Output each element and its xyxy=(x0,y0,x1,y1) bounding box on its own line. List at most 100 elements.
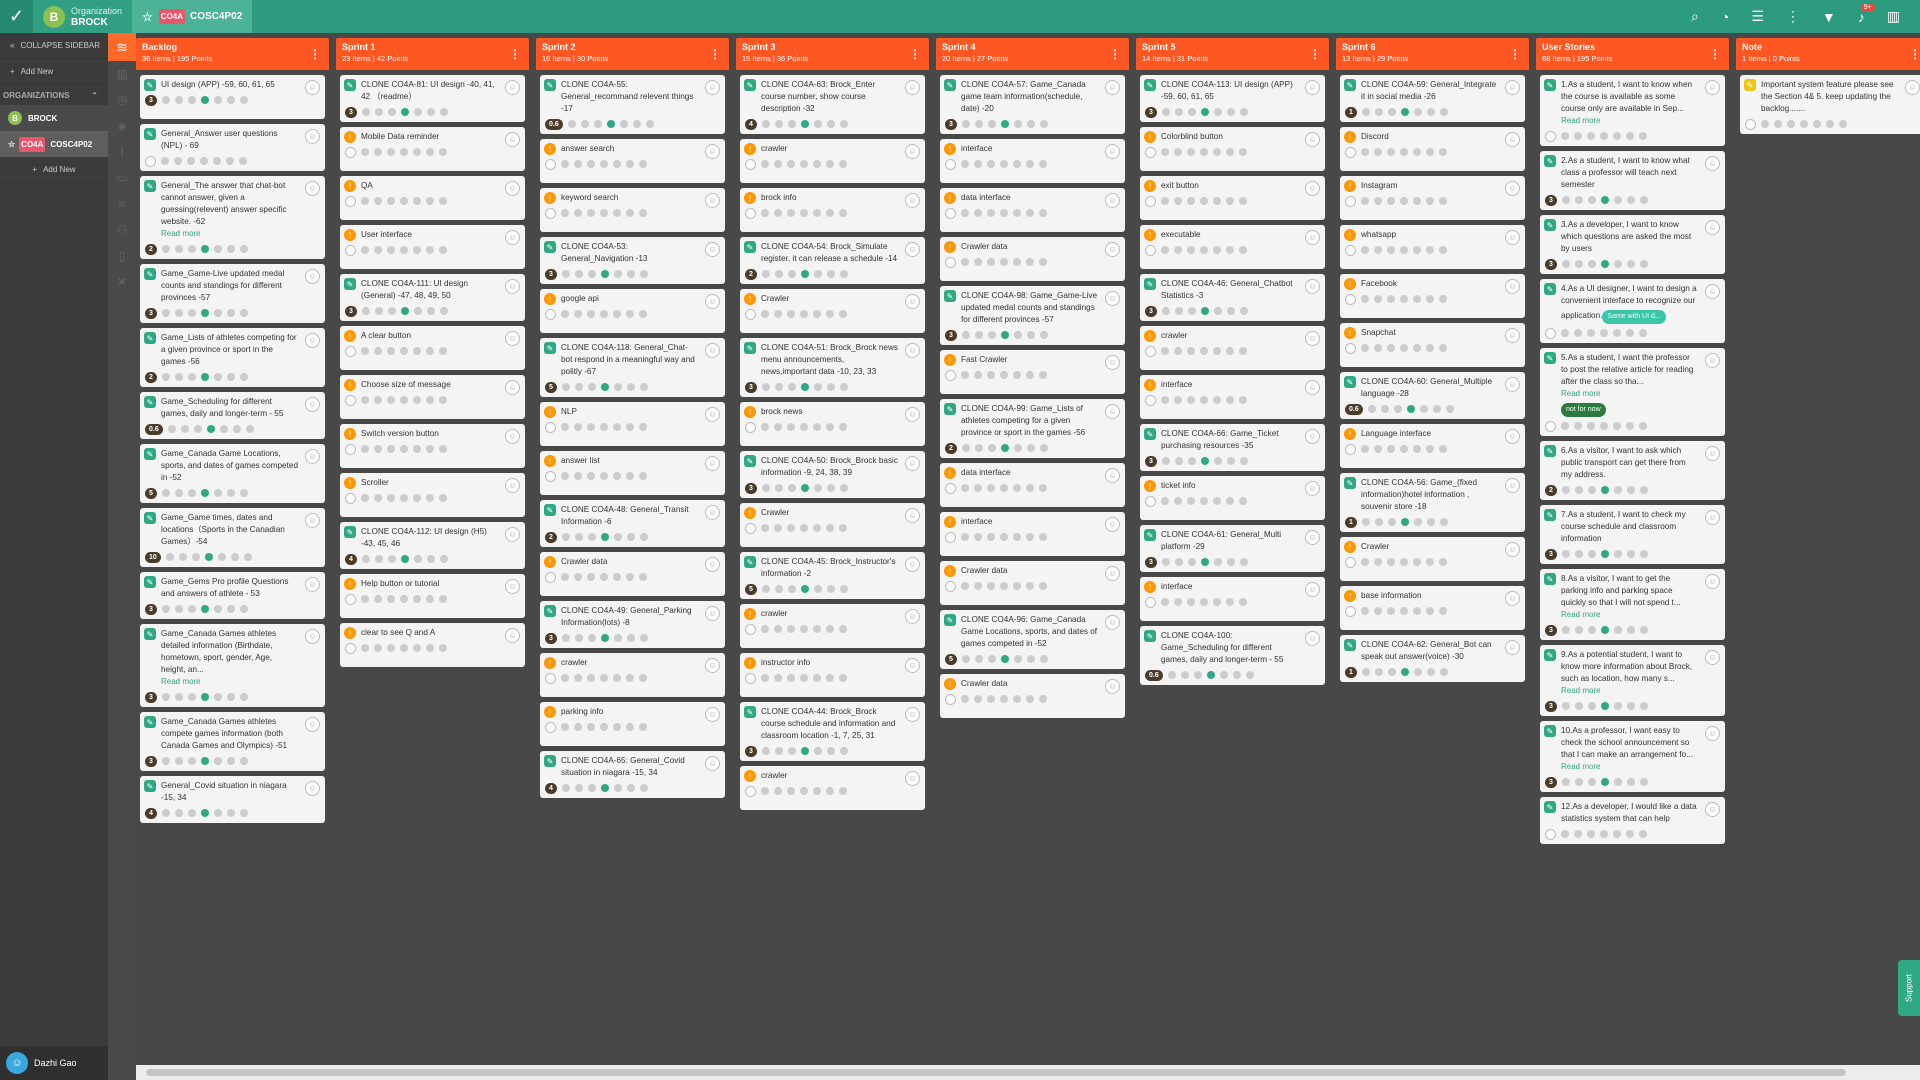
attachment-icon[interactable] xyxy=(587,160,595,168)
assignee-avatar-icon[interactable]: ☺ xyxy=(905,456,920,471)
story-points[interactable]: 3 xyxy=(1145,106,1157,118)
comment-icon[interactable] xyxy=(1361,295,1369,303)
attachment-icon[interactable] xyxy=(387,595,395,603)
comment-icon[interactable] xyxy=(161,757,170,765)
subtask-icon[interactable] xyxy=(813,747,822,755)
subtask-icon[interactable] xyxy=(613,310,621,318)
comment-icon[interactable] xyxy=(561,160,569,168)
comment-icon[interactable] xyxy=(761,160,769,168)
flag-icon[interactable] xyxy=(974,533,982,541)
assignee-avatar-icon[interactable]: ☺ xyxy=(1505,80,1520,95)
card[interactable]: ! Fast Crawler ☺ xyxy=(940,350,1125,394)
card[interactable]: ! executable ☺ xyxy=(1140,225,1325,269)
comment-icon[interactable] xyxy=(1561,260,1570,268)
subtask-icon[interactable] xyxy=(1613,702,1622,710)
timer-icon[interactable] xyxy=(1439,558,1447,566)
attachment-icon[interactable] xyxy=(587,533,596,541)
card[interactable]: ! instructor info ☺ xyxy=(740,653,925,697)
task-icon[interactable] xyxy=(400,246,408,254)
timer-icon[interactable] xyxy=(839,674,847,682)
assignee-avatar-icon[interactable]: ☺ xyxy=(705,658,720,673)
timer-icon[interactable] xyxy=(1639,486,1648,494)
subtask-icon[interactable] xyxy=(213,96,222,104)
flag-icon[interactable] xyxy=(574,533,583,541)
subtask-icon[interactable] xyxy=(1219,671,1228,679)
flag-icon[interactable] xyxy=(580,120,589,128)
assignee-avatar-icon[interactable]: ☺ xyxy=(1105,566,1120,581)
subtask-icon[interactable] xyxy=(813,484,822,492)
assignee-avatar-icon[interactable]: ☺ xyxy=(505,628,520,643)
timer-icon[interactable] xyxy=(239,309,248,317)
assignee-avatar-icon[interactable]: ☺ xyxy=(1505,640,1520,655)
attachment-icon[interactable] xyxy=(1187,108,1196,116)
attachment-icon[interactable] xyxy=(1587,196,1596,204)
timer-icon[interactable] xyxy=(239,157,247,165)
timer-icon[interactable] xyxy=(439,347,447,355)
comment-icon[interactable] xyxy=(161,489,170,497)
story-points[interactable]: 5 xyxy=(545,381,557,393)
comment-icon[interactable] xyxy=(567,120,576,128)
story-points[interactable]: 3 xyxy=(1545,700,1557,712)
assignee-avatar-icon[interactable]: ☺ xyxy=(1305,279,1320,294)
sidebar-item-org[interactable]: B BROCK xyxy=(0,105,108,131)
task-icon[interactable] xyxy=(400,494,408,502)
timer-icon[interactable] xyxy=(1239,347,1247,355)
timer-icon[interactable] xyxy=(839,423,847,431)
list-icon[interactable] xyxy=(1426,558,1434,566)
story-points-empty[interactable] xyxy=(1345,342,1356,354)
column-menu-icon[interactable]: ⋮ xyxy=(909,47,921,61)
card[interactable]: ! interface ☺ xyxy=(1140,375,1325,419)
column-header[interactable]: Sprint 4 20 Items | 27 Points ⋮ xyxy=(936,38,1129,70)
subtask-icon[interactable] xyxy=(1613,329,1621,337)
list-icon[interactable] xyxy=(626,723,634,731)
comment-icon[interactable] xyxy=(1561,778,1570,786)
card[interactable]: ✎ CLONE CO4A-118: General_Chat-bot respon… xyxy=(540,338,725,397)
chevron-up-icon[interactable]: ⌃ xyxy=(91,91,98,100)
assignee-avatar-icon[interactable]: ☺ xyxy=(1705,574,1720,589)
timer-icon[interactable] xyxy=(639,634,648,642)
comment-icon[interactable] xyxy=(1561,422,1569,430)
assignee-avatar-icon[interactable]: ☺ xyxy=(305,333,320,348)
timer-icon[interactable] xyxy=(1039,695,1047,703)
card[interactable]: ! brock news ☺ xyxy=(740,402,925,446)
sidebar-item-project[interactable]: ☆ CO4A COSC4P02 xyxy=(0,131,108,157)
story-points-empty[interactable] xyxy=(1345,195,1356,207)
task-icon[interactable] xyxy=(1400,197,1408,205)
comment-icon[interactable] xyxy=(1561,626,1570,634)
story-points[interactable]: 3 xyxy=(145,691,157,703)
attachment-icon[interactable] xyxy=(387,347,395,355)
flag-icon[interactable] xyxy=(974,209,982,217)
attachment-icon[interactable] xyxy=(387,644,395,652)
flag-icon[interactable] xyxy=(1374,148,1382,156)
subtask-icon[interactable] xyxy=(1013,331,1022,339)
card[interactable]: ! clear to see Q and A ☺ xyxy=(340,623,525,667)
assignee-avatar-icon[interactable]: ☺ xyxy=(705,294,720,309)
card[interactable]: ! exit button ☺ xyxy=(1140,176,1325,220)
task-icon[interactable] xyxy=(800,423,808,431)
timer-icon[interactable] xyxy=(243,553,252,561)
attachment-icon[interactable] xyxy=(1387,197,1395,205)
attachment-icon[interactable] xyxy=(787,270,796,278)
card[interactable]: ! base information ☺ xyxy=(1340,586,1525,630)
flag-icon[interactable] xyxy=(1180,671,1189,679)
comment-icon[interactable] xyxy=(1161,497,1169,505)
story-points-empty[interactable] xyxy=(1345,556,1356,568)
column-header[interactable]: Sprint 1 23 Items | 42 Points ⋮ xyxy=(336,38,529,70)
comment-icon[interactable] xyxy=(165,553,174,561)
task-icon[interactable] xyxy=(1600,486,1609,494)
task-icon[interactable] xyxy=(1000,209,1008,217)
card[interactable]: ✎ CLONE CO4A-81: UI design -40, 41, 42 （r… xyxy=(340,75,525,122)
assignee-avatar-icon[interactable]: ☺ xyxy=(505,181,520,196)
card[interactable]: ✎ 3.As a developer, I want to know which … xyxy=(1540,215,1725,274)
search-icon[interactable]: ⌕ xyxy=(1691,8,1699,25)
attachment-icon[interactable] xyxy=(1587,260,1596,268)
flag-icon[interactable] xyxy=(974,258,982,266)
attachment-icon[interactable] xyxy=(387,494,395,502)
story-points-empty[interactable] xyxy=(745,308,756,320)
comment-icon[interactable] xyxy=(361,347,369,355)
attachment-icon[interactable] xyxy=(1187,246,1195,254)
timer-icon[interactable] xyxy=(839,484,848,492)
flag-icon[interactable] xyxy=(774,120,783,128)
assignee-avatar-icon[interactable]: ☺ xyxy=(1305,429,1320,444)
attachment-icon[interactable] xyxy=(1187,598,1195,606)
